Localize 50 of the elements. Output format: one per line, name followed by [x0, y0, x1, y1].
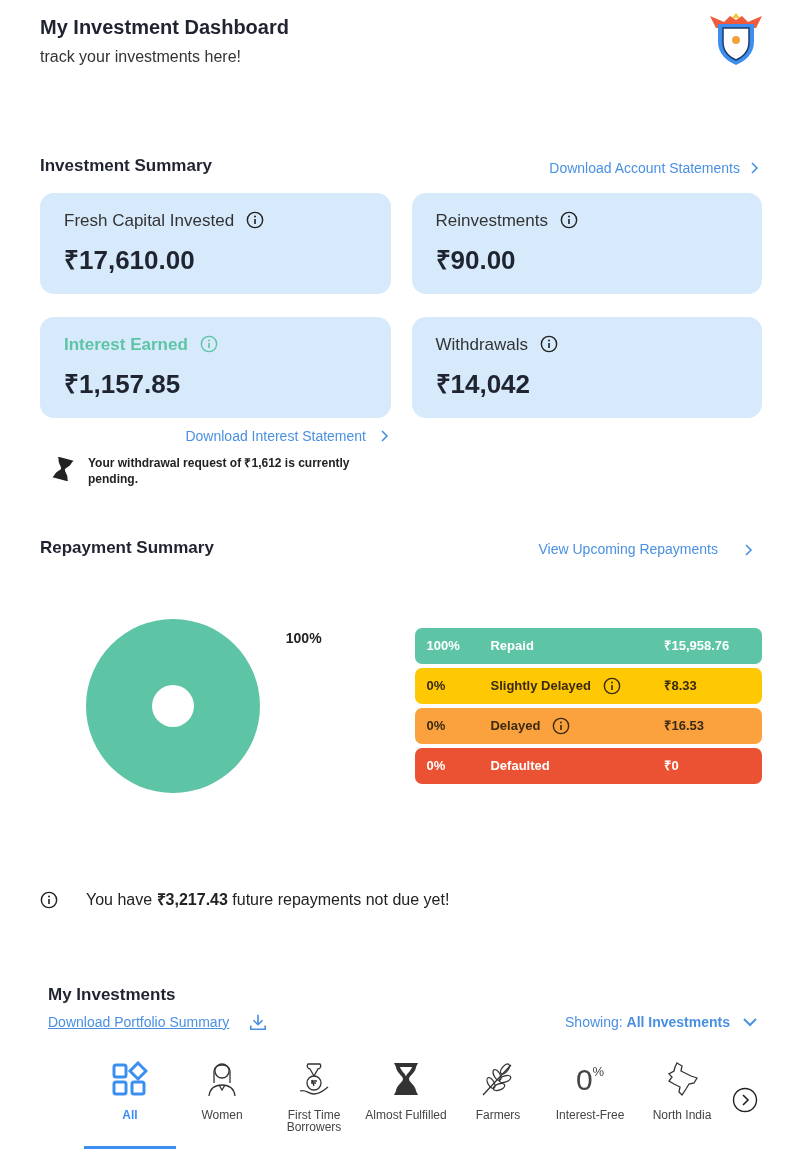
row-label: Defaulted [490, 757, 550, 776]
pending-withdrawal-notice: Your withdrawal request of ₹1,612 is currently pending. [88, 454, 351, 487]
category-tab[interactable]: First Time Borrowers [268, 1058, 360, 1149]
row-label: Slightly Delayed [490, 677, 591, 696]
chevron-right-icon[interactable] [742, 542, 754, 557]
shield-logo [708, 12, 764, 66]
row-label: Repaid [490, 637, 534, 656]
info-icon[interactable] [602, 677, 621, 695]
card-value: ₹1,157.85 [64, 368, 182, 401]
section-title: My Investments [48, 984, 177, 1006]
chevron-down-icon [742, 1017, 758, 1027]
row-amount: ₹15,958.76 [664, 637, 730, 656]
row-percent: 0% [426, 757, 447, 776]
info-icon[interactable] [540, 335, 559, 354]
category-tab[interactable]: 0% Interest-Free [544, 1058, 636, 1149]
grid-icon [112, 1060, 148, 1097]
chart-percent-label: 100% [285, 629, 322, 649]
card-value: ₹14,042 [435, 368, 532, 401]
info-icon[interactable] [246, 211, 265, 230]
card-label: Reinvestments [435, 209, 548, 232]
download-icon[interactable] [249, 1013, 268, 1031]
section-title: Investment Summary [40, 155, 212, 177]
section-title: Repayment Summary [40, 536, 214, 559]
info-icon[interactable] [552, 717, 571, 735]
page-subtitle: track your investments here! [40, 47, 242, 67]
category-tab[interactable]: Farmers [452, 1058, 544, 1149]
info-icon[interactable] [40, 891, 58, 909]
card-label: Fresh Capital Invested [64, 209, 235, 232]
row-amount: ₹16.53 [664, 717, 705, 736]
row-percent: 100% [426, 637, 461, 656]
category-tab[interactable]: Women [176, 1058, 268, 1149]
hourglass-icon [52, 456, 74, 481]
card-value: ₹17,610.00 [64, 244, 196, 277]
row-amount: ₹8.33 [664, 677, 697, 696]
card-value: ₹90.00 [435, 244, 517, 277]
category-tab[interactable]: Almost Fulfilled [360, 1058, 452, 1149]
card-label: Interest Earned [64, 333, 188, 356]
chevron-right-icon[interactable] [748, 161, 760, 175]
card-label: Withdrawals [435, 333, 529, 356]
chevron-right-icon[interactable] [378, 429, 390, 443]
zero-percent-icon: 0% [575, 1060, 605, 1097]
row-percent: 0% [426, 717, 447, 736]
category-tab[interactable]: North India [636, 1058, 728, 1149]
row-amount: ₹0 [664, 757, 679, 776]
hourglass-icon [391, 1060, 421, 1097]
info-icon[interactable] [559, 211, 578, 230]
row-percent: 0% [426, 677, 447, 696]
row-label: Delayed [490, 717, 541, 736]
page-title: My Investment Dashboard [40, 15, 289, 40]
future-repayments-note: You have ₹3,217.43 future repayments not due yet! [86, 890, 450, 910]
